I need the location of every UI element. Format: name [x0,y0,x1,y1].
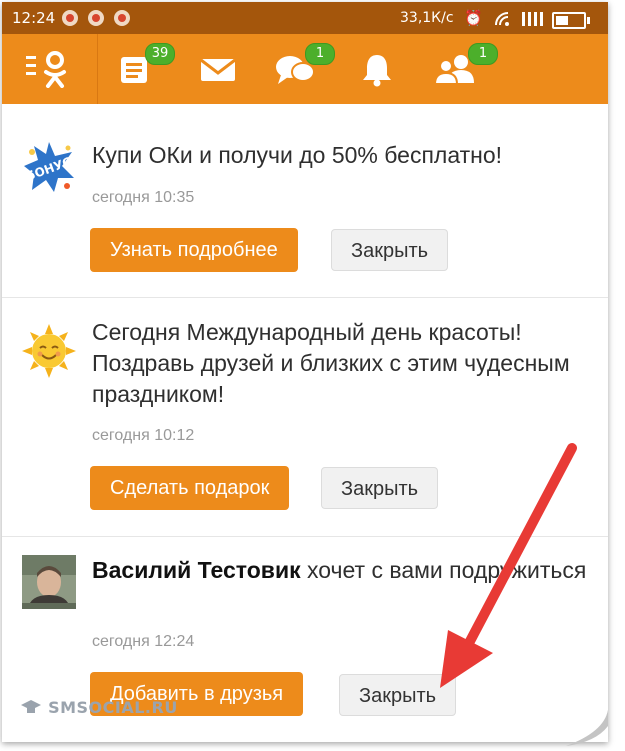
notification-time: сегодня 10:12 [92,427,195,444]
avatar[interactable] [22,555,76,609]
nav-feed[interactable]: 39 [119,43,175,87]
nav-discussions[interactable]: 1 [275,43,335,87]
notification-time: сегодня 12:24 [92,633,195,650]
close-button[interactable]: Закрыть [339,674,457,716]
top-navigation: 39 1 1 [2,34,608,104]
send-gift-button[interactable]: Сделать подарок [90,466,290,510]
bonus-icon: БОНУС [24,142,74,192]
notification-text: Сегодня Международный день красоты! Позд… [92,319,570,407]
notification-text: Купи ОКи и получи до 50% бесплатно! [92,142,503,168]
notifications-bell-icon [363,55,391,87]
status-time: 12:24 [12,9,56,27]
notification-icon [114,10,130,26]
recording-icon [88,10,104,26]
nav-notifications[interactable] [360,51,394,87]
notification-icon [62,10,78,26]
battery-icon [552,12,590,29]
close-button[interactable]: Закрыть [321,467,439,509]
ok-logo-menu-icon[interactable] [26,50,70,88]
close-button[interactable]: Закрыть [331,229,449,271]
alarm-icon: ⏰ [464,9,483,27]
notification-card: БОНУС Купи ОКи и получи до 50% бесплатно… [2,104,608,298]
friends-badge: 1 [468,43,498,65]
notification-time: сегодня 10:35 [92,189,195,206]
friend-request-text: хочет с вами подружиться [300,557,587,583]
nav-friends[interactable]: 1 [433,43,498,87]
discussions-badge: 1 [305,43,335,65]
page-curl-icon [566,692,608,746]
wifi-icon [495,12,509,26]
learn-more-button[interactable]: Узнать подробнее [90,228,298,272]
status-bar: 12:24 33,1К/с ⏰ [2,2,608,34]
nav-divider [97,34,98,104]
messages-icon [200,58,236,81]
nav-messages[interactable] [199,51,237,87]
sun-icon [22,324,76,378]
graduation-cap-icon [21,700,41,713]
friend-request-name[interactable]: Василий Тестовик [92,557,301,583]
feed-badge: 39 [145,43,175,65]
app-screen: 12:24 33,1К/с ⏰ 39 1 1 БОНУС Купи ОКи и … [2,2,608,742]
network-speed: 33,1К/с [400,10,454,26]
signal-icon [522,12,543,26]
notification-text: Василий Тестовик хочет с вами подружитьс… [92,555,592,586]
watermark-text: SMSOCIAL.RU [48,698,178,717]
notification-card: Сегодня Международный день красоты! Позд… [2,298,608,537]
watermark: SMSOCIAL.RU [20,698,178,717]
